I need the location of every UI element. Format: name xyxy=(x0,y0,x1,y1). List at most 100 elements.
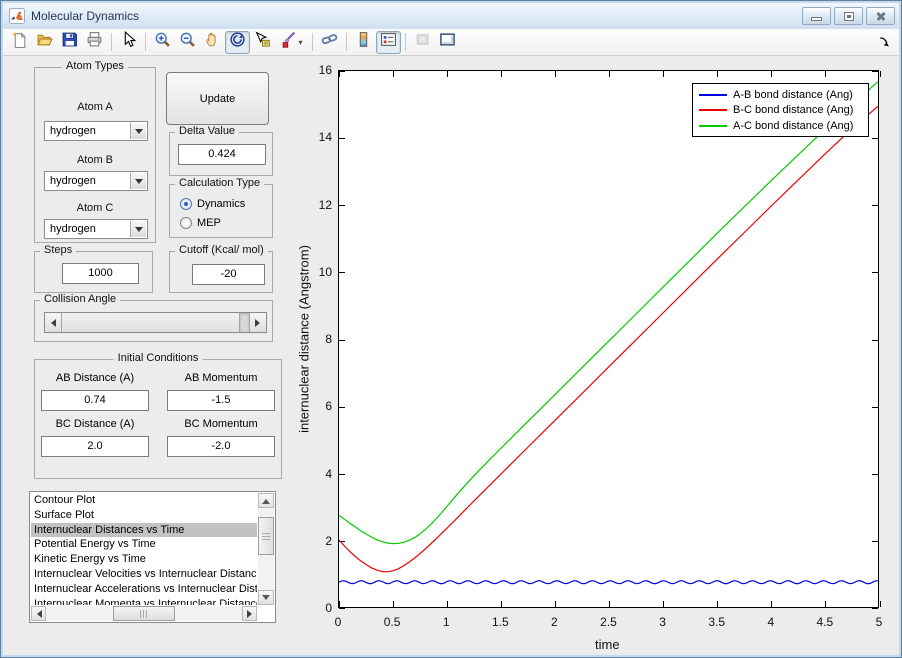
vertical-scroll-thumb[interactable] xyxy=(258,517,274,555)
list-item[interactable]: Potential Energy vs Time xyxy=(31,537,257,552)
brush-icon xyxy=(280,31,297,53)
left-arrow-icon xyxy=(47,318,56,327)
ab-momentum-field[interactable]: -1.5 xyxy=(167,390,275,411)
list-item[interactable]: Internuclear Momenta vs Internuclear Dis… xyxy=(31,597,257,605)
zoom-out-button[interactable] xyxy=(175,31,200,54)
radio-button-icon[interactable] xyxy=(180,197,192,210)
bc-momentum-field[interactable]: -2.0 xyxy=(167,436,275,457)
hide-plot-tools-icon xyxy=(414,31,431,53)
list-item[interactable]: Internuclear Velocities vs Internuclear … xyxy=(31,567,257,582)
series-b-c-line xyxy=(339,105,878,573)
zoom-in-button[interactable] xyxy=(150,31,175,54)
slider-right-arrow[interactable] xyxy=(249,313,266,332)
update-button[interactable]: Update xyxy=(166,72,269,125)
chevron-down-icon[interactable] xyxy=(130,221,146,237)
plot-type-listbox[interactable]: Contour Plot Surface Plot Internuclear Dis… xyxy=(29,491,276,623)
initial-conditions-label: Initial Conditions xyxy=(113,352,203,364)
series-a-c-line xyxy=(339,81,878,545)
ab-distance-a-field[interactable]: 0.74 xyxy=(41,390,149,411)
brush-dropdown-caret-icon[interactable]: ▾ xyxy=(298,38,302,47)
toolbar-separator xyxy=(405,33,406,51)
save-button[interactable] xyxy=(57,31,82,54)
pan-button[interactable] xyxy=(200,31,225,54)
atom-a-select[interactable]: hydrogen xyxy=(44,121,148,141)
list-item[interactable]: Internuclear Distances vs Time xyxy=(31,522,257,538)
atom-types-label: Atom Types xyxy=(62,60,128,72)
toolbar-separator xyxy=(312,33,313,51)
atom-b-select[interactable]: hydrogen xyxy=(44,171,148,191)
insert-legend-button[interactable] xyxy=(376,30,401,54)
y-tick-label: 2 xyxy=(325,533,332,548)
legend-entry: B-C bond distance (Ang) xyxy=(699,103,862,119)
minimize-button[interactable] xyxy=(802,7,831,25)
toolbar-separator xyxy=(346,33,347,51)
y-axis-label: internuclear distance (Angstrom) xyxy=(296,245,312,433)
pointer-icon xyxy=(120,30,137,53)
x-tick-label: 1.5 xyxy=(491,615,509,629)
atom-c-label: Atom C xyxy=(76,202,114,214)
link-plot-icon xyxy=(321,31,338,53)
up-arrow-icon xyxy=(262,495,270,504)
y-tick-label: 14 xyxy=(318,130,332,145)
listbox-horizontal-scrollbar[interactable] xyxy=(31,606,257,621)
radio-dynamics[interactable]: Dynamics xyxy=(170,194,272,213)
slider-track[interactable] xyxy=(240,313,249,332)
brush-button[interactable]: ▾ xyxy=(275,31,308,54)
print-button[interactable] xyxy=(82,31,107,54)
slider-thumb[interactable] xyxy=(62,313,240,332)
restore-icon xyxy=(843,11,854,21)
matlab-logo-icon xyxy=(9,8,25,24)
data-cursor-icon xyxy=(254,31,271,53)
legend-entry: A-C bond distance (Ang) xyxy=(699,118,862,134)
listbox-vertical-scrollbar[interactable] xyxy=(258,493,274,605)
scroll-left-button[interactable] xyxy=(31,606,46,621)
dock-figure-icon[interactable] xyxy=(879,35,891,47)
ic-label: BC Momentum xyxy=(184,418,258,430)
show-plot-tools-button[interactable] xyxy=(435,31,460,54)
series-a-b-line xyxy=(339,580,878,585)
atom-c-select[interactable]: hydrogen xyxy=(44,219,148,239)
cutoff-group: Cutoff (Kcal/ mol) -20 xyxy=(169,244,273,293)
cutoff-field[interactable]: -20 xyxy=(192,264,265,285)
rotate-3d-button[interactable] xyxy=(225,30,250,54)
collision-angle-label: Collision Angle xyxy=(40,293,121,305)
close-button[interactable] xyxy=(866,7,895,25)
open-folder-button[interactable] xyxy=(32,31,57,54)
bc-distance-a-field[interactable]: 2.0 xyxy=(41,436,149,457)
right-arrow-icon xyxy=(255,318,264,327)
insert-colorbar-button[interactable] xyxy=(351,31,376,54)
new-document-button[interactable] xyxy=(7,31,32,54)
x-tick-label: 4.5 xyxy=(816,615,834,629)
horizontal-scroll-thumb[interactable] xyxy=(112,606,176,621)
chevron-down-icon[interactable] xyxy=(130,173,146,189)
chevron-down-icon[interactable] xyxy=(130,123,146,139)
radio-button-icon[interactable] xyxy=(180,216,192,229)
collision-angle-slider[interactable] xyxy=(44,312,267,333)
list-item[interactable]: Contour Plot xyxy=(31,493,257,508)
restore-button[interactable] xyxy=(834,7,863,25)
delta-value-field[interactable]: 0.424 xyxy=(178,144,266,165)
scroll-up-button[interactable] xyxy=(258,493,274,508)
scroll-right-button[interactable] xyxy=(242,606,257,621)
list-item[interactable]: Kinetic Energy vs Time xyxy=(31,552,257,567)
radio-mep[interactable]: MEP xyxy=(170,213,272,232)
right-arrow-icon xyxy=(246,609,256,618)
plot-legend[interactable]: A-B bond distance (Ang) B-C bond distance… xyxy=(692,83,869,137)
scroll-down-button[interactable] xyxy=(258,590,274,605)
steps-field[interactable]: 1000 xyxy=(62,263,139,284)
data-cursor-button[interactable] xyxy=(250,31,275,54)
pointer-button[interactable] xyxy=(116,30,141,54)
close-icon xyxy=(875,10,887,22)
atom-a-value: hydrogen xyxy=(50,125,96,137)
minimize-icon xyxy=(811,17,822,21)
radio-label: MEP xyxy=(197,216,221,229)
list-item[interactable]: Internuclear Accelerations vs Internucle… xyxy=(31,582,257,597)
new-document-icon xyxy=(11,31,28,53)
atom-c-value: hydrogen xyxy=(50,223,96,235)
link-plot-button[interactable] xyxy=(317,31,342,54)
x-tick-label: 3 xyxy=(659,615,666,629)
horizontal-scroll-track[interactable] xyxy=(46,606,242,621)
slider-left-arrow[interactable] xyxy=(45,313,62,332)
list-item[interactable]: Surface Plot xyxy=(31,508,257,523)
x-tick-label: 1 xyxy=(442,615,450,629)
